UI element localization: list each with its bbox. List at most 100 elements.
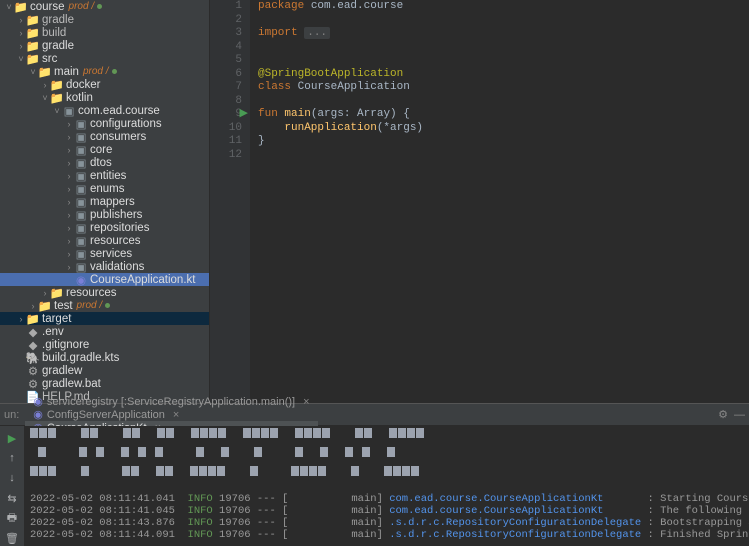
gutter-line[interactable]: 11 (210, 135, 242, 149)
folder-item[interactable]: ˅📁mainprod / (0, 65, 209, 78)
gutter-line[interactable]: 7 (210, 81, 242, 95)
folder-item[interactable]: ›📁gradle (0, 39, 209, 52)
chevron-down-icon[interactable]: ˅ (16, 54, 26, 64)
chevron-right-icon[interactable]: › (64, 171, 74, 181)
log-line[interactable]: 2022-05-02 08:11:41.041 INFO 19706 --- [… (24, 493, 749, 505)
down-arrow-icon[interactable]: ↓ (4, 470, 20, 486)
file-item[interactable]: ◉CourseApplication.kt (0, 273, 209, 286)
folder-item[interactable]: ›▣validations (0, 260, 209, 273)
run-tab[interactable]: ◉serviceregistry [:ServiceRegistryApplic… (25, 395, 317, 408)
gutter-line[interactable]: 9▶ (210, 108, 242, 122)
env-tag: prod / (77, 300, 103, 311)
chevron-down-icon[interactable]: ˅ (4, 2, 14, 12)
folder-item[interactable]: ›📁testprod / (0, 299, 209, 312)
code-content[interactable]: package com.ead.course import ... @Sprin… (250, 0, 749, 403)
run-panel[interactable]: un: ◉serviceregistry [:ServiceRegistryAp… (0, 403, 749, 546)
folder-icon: 📁 (38, 65, 52, 79)
chevron-down-icon[interactable]: ˅ (28, 67, 38, 77)
print-icon[interactable]: 🖶 (4, 510, 20, 526)
gutter-line[interactable]: 4 (210, 41, 242, 55)
chevron-right-icon[interactable]: › (64, 119, 74, 129)
folder-item[interactable]: ›▣repositories (0, 221, 209, 234)
chevron-right-icon[interactable]: › (64, 184, 74, 194)
run-tab-label: ConfigServerApplication (47, 409, 165, 421)
file-item[interactable]: ⚙gradlew (0, 364, 209, 377)
chevron-down-icon[interactable]: ˅ (40, 93, 50, 103)
folder-item[interactable]: ›▣dtos (0, 156, 209, 169)
pkg-icon: ▣ (74, 221, 88, 235)
ascii-banner-row (24, 426, 749, 445)
up-arrow-icon[interactable]: ↑ (4, 450, 20, 466)
chevron-right-icon[interactable]: › (64, 262, 74, 272)
folder-item[interactable]: ›▣services (0, 247, 209, 260)
tree-item-label: mappers (90, 196, 135, 208)
gutter-line[interactable]: 3 (210, 27, 242, 41)
folder-item[interactable]: ˅▣com.ead.course (0, 104, 209, 117)
log-line[interactable]: 2022-05-02 08:11:43.876 INFO 19706 --- [… (24, 517, 749, 529)
gutter-line[interactable]: 2 (210, 14, 242, 28)
folder-item[interactable]: ˅📁courseprod / (0, 0, 209, 13)
folder-item[interactable]: ›📁target (0, 312, 209, 325)
log-line[interactable]: 2022-05-02 08:11:41.045 INFO 19706 --- [… (24, 505, 749, 517)
chevron-right-icon[interactable]: › (16, 15, 26, 25)
chevron-right-icon[interactable]: › (16, 314, 26, 324)
folder-item[interactable]: ›📁docker (0, 78, 209, 91)
folder-item[interactable]: ›▣resources (0, 234, 209, 247)
folder-item[interactable]: ›▣mappers (0, 195, 209, 208)
chevron-right-icon[interactable]: › (28, 301, 38, 311)
chevron-right-icon[interactable]: › (16, 28, 26, 38)
file-item[interactable]: ◆.env (0, 325, 209, 338)
chevron-right-icon[interactable]: › (64, 223, 74, 233)
trash-icon[interactable]: 🗑 (4, 530, 20, 546)
gutter-line[interactable]: 6 (210, 68, 242, 82)
console-output[interactable]: 2022-05-02 08:11:41.041 INFO 19706 --- [… (24, 426, 749, 546)
chevron-right-icon[interactable]: › (64, 249, 74, 259)
chevron-right-icon[interactable]: › (40, 288, 50, 298)
file-item[interactable]: ⚙gradlew.bat (0, 377, 209, 390)
minimize-icon[interactable]: — (734, 409, 745, 421)
gutter-line[interactable]: 8 (210, 95, 242, 109)
chevron-down-icon[interactable]: ˅ (52, 106, 62, 116)
project-tree[interactable]: ˅📁courseprod /›📁gradle›📁build›📁gradle˅📁s… (0, 0, 210, 403)
folder-item[interactable]: ›▣publishers (0, 208, 209, 221)
folder-item[interactable]: ›▣enums (0, 182, 209, 195)
gutter-line[interactable]: 1 (210, 0, 242, 14)
tree-item-label: src (42, 53, 57, 65)
gutter-line[interactable]: 12 (210, 149, 242, 163)
run-toolbar[interactable]: ▶ ↑ ↓ ⇆ 🖶 🗑 (0, 426, 24, 546)
folder-item[interactable]: ˅📁kotlin (0, 91, 209, 104)
folder-item[interactable]: ˅📁src (0, 52, 209, 65)
chevron-right-icon[interactable]: › (16, 41, 26, 51)
folder-item[interactable]: ›▣consumers (0, 130, 209, 143)
wrap-icon[interactable]: ⇆ (4, 490, 20, 506)
folder-item[interactable]: ›▣configurations (0, 117, 209, 130)
file-item[interactable]: ◆.gitignore (0, 338, 209, 351)
folder-item[interactable]: ›📁build (0, 26, 209, 39)
close-icon[interactable]: × (303, 396, 309, 408)
rerun-icon[interactable]: ▶ (4, 430, 20, 446)
file-item[interactable]: 🐘build.gradle.kts (0, 351, 209, 364)
gear-icon[interactable]: ⚙ (718, 408, 728, 421)
gutter-line[interactable]: 5 (210, 54, 242, 68)
folder-item[interactable]: ›📁gradle (0, 13, 209, 26)
log-line[interactable]: 2022-05-02 08:11:44.091 INFO 19706 --- [… (24, 529, 749, 541)
run-tab[interactable]: ◉ConfigServerApplication× (25, 408, 317, 421)
code-editor[interactable]: 123456789▶101112 package com.ead.course … (210, 0, 749, 403)
tree-item-label: gradlew (42, 365, 82, 377)
chevron-right-icon[interactable]: › (64, 132, 74, 142)
folder-icon: 📁 (50, 78, 64, 92)
folder-item[interactable]: ›📁resources (0, 286, 209, 299)
chevron-right-icon[interactable]: › (64, 197, 74, 207)
chevron-right-icon[interactable]: › (64, 145, 74, 155)
tree-item-label: services (90, 248, 132, 260)
close-icon[interactable]: × (173, 409, 179, 421)
chevron-right-icon[interactable]: › (40, 80, 50, 90)
folder-item[interactable]: ›▣core (0, 143, 209, 156)
chevron-right-icon[interactable]: › (64, 158, 74, 168)
chevron-right-icon[interactable]: › (64, 236, 74, 246)
chevron-right-icon[interactable]: › (64, 210, 74, 220)
run-tabs[interactable]: un: ◉serviceregistry [:ServiceRegistryAp… (0, 404, 749, 426)
run-gutter-icon[interactable]: ▶ (240, 108, 248, 122)
gutter-line[interactable]: 10 (210, 122, 242, 136)
folder-item[interactable]: ›▣entities (0, 169, 209, 182)
